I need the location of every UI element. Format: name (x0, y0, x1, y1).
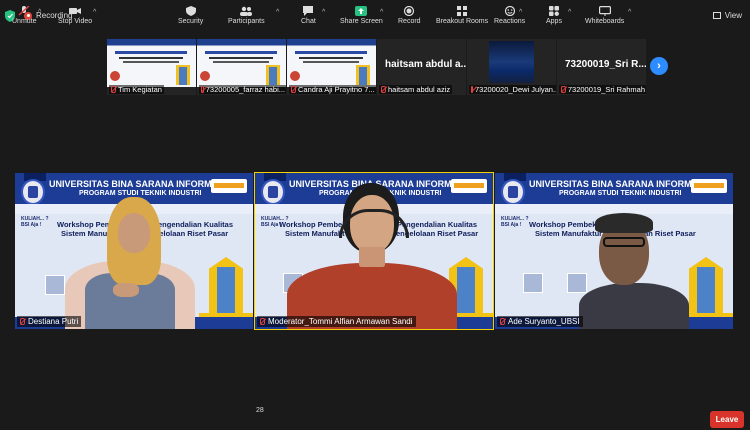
shared-slide-thumb (287, 39, 376, 87)
slide-subtitle: PROGRAM STUDI TEKNIK INDUSTRI (559, 190, 682, 197)
meeting-toolbar (0, 403, 750, 430)
participant-big-name: 73200019_Sri R... (565, 59, 646, 70)
next-page-button[interactable]: › (650, 57, 668, 75)
participants-button[interactable]: Participants (228, 6, 265, 25)
workshop-title-line: Pengendalian Kualitas (397, 220, 478, 229)
muted-mic-icon (291, 86, 296, 93)
participant-thumb[interactable]: 73200005_farraz habi... (197, 39, 286, 95)
share-screen-icon (355, 6, 368, 16)
merdeka-logo (211, 179, 247, 193)
view-label: View (724, 11, 742, 20)
muted-mic-icon (471, 86, 473, 93)
participant-thumb[interactable]: 73200019_Sri R... 73200019_Sri Rahmah (557, 39, 646, 95)
participant-photo (489, 41, 534, 83)
participant-name-label: Ade Suryanto_UBSI (497, 316, 583, 327)
participant-name: haitsam abdul aziz (379, 85, 453, 94)
video-options-chevron-icon[interactable]: ^ (93, 9, 96, 16)
slide-subtitle: PROGRAM STUDI TEKNIK INDUSTRI (79, 190, 202, 197)
leave-button[interactable]: Leave (710, 411, 744, 428)
share-options-chevron-icon[interactable]: ^ (380, 9, 383, 16)
merdeka-logo (691, 179, 727, 193)
participant-name-label: Moderator_Tommi Alfian Armawan Sandi (257, 316, 416, 327)
security-button[interactable]: Security (178, 6, 203, 25)
muted-mic-icon (260, 318, 265, 325)
video-tile[interactable]: UNIVERSITAS BINA SARANA INFORMATIKA PROG… (15, 173, 253, 329)
workshop-title-line: Pengendalian Kualitas (153, 220, 234, 229)
reactions-options-chevron-icon[interactable]: ^ (519, 9, 522, 16)
participant-strip: Tim Kegiatan 73200005_farraz habi... Can… (107, 39, 647, 95)
participant-name: 73200019_Sri Rahmah (559, 85, 646, 94)
building-graphic (209, 257, 243, 315)
share-screen-button[interactable]: Share Screen (340, 6, 383, 25)
audio-options-chevron-icon[interactable]: ^ (38, 9, 41, 16)
whiteboards-options-chevron-icon[interactable]: ^ (628, 9, 631, 16)
view-grid-icon (712, 12, 721, 19)
speaker-photo (567, 273, 587, 293)
university-logo (501, 179, 525, 205)
university-logo (261, 179, 285, 205)
chat-button[interactable]: Chat (301, 6, 316, 25)
participant-thumb[interactable]: Tim Kegiatan (107, 39, 196, 95)
unmute-button[interactable]: Unmute (12, 6, 37, 25)
smiley-icon (504, 6, 515, 16)
participant-thumb[interactable]: Candra Aji Prayitno 7... (287, 39, 376, 95)
muted-mic-icon (111, 86, 116, 93)
stop-video-button[interactable]: Stop Video (58, 6, 92, 25)
shared-slide-thumb (107, 39, 196, 87)
participant-name: Tim Kegiatan (109, 85, 164, 94)
muted-mic-icon (561, 86, 566, 93)
participant-thumb[interactable]: 73200020_Dewi Julyan... (467, 39, 556, 95)
university-logo (21, 179, 45, 205)
video-tile-active-speaker[interactable]: UNIVERSITAS BINA SARANA INFORMATIKA PROG… (254, 172, 494, 330)
apps-options-chevron-icon[interactable]: ^ (568, 9, 571, 16)
chevron-right-icon: › (657, 60, 661, 72)
participant-big-name: haitsam abdul a... (385, 59, 466, 70)
video-tile[interactable]: UNIVERSITAS BINA SARANA INFORMATIKA PROG… (495, 173, 733, 329)
participant-thumb[interactable]: haitsam abdul a... haitsam abdul aziz (377, 39, 466, 95)
building-graphic (689, 257, 723, 315)
breakout-rooms-icon (457, 6, 468, 16)
shared-slide-thumb (197, 39, 286, 87)
chat-icon (303, 6, 314, 16)
participant-name: 73200005_farraz habi... (199, 85, 286, 94)
chat-options-chevron-icon[interactable]: ^ (322, 9, 325, 16)
kuliah-text: KULIAH... ? BSI Aja ! (501, 216, 529, 228)
breakout-rooms-button[interactable]: Breakout Rooms (436, 6, 488, 25)
view-button[interactable]: View (712, 11, 742, 20)
participant-name-label: Destiana Putri (17, 316, 82, 327)
merdeka-logo (451, 179, 487, 193)
record-icon (404, 6, 415, 16)
video-camera-icon (69, 8, 82, 14)
muted-mic-icon (381, 86, 386, 93)
muted-mic-icon (500, 318, 505, 325)
speaker-photo (45, 275, 65, 295)
video-gallery: UNIVERSITAS BINA SARANA INFORMATIKA PROG… (15, 172, 733, 330)
participants-count: 28 (256, 407, 264, 414)
workshop-title-line: Sistem Manufakt (285, 229, 345, 238)
participant-name: 73200020_Dewi Julyan... (469, 85, 556, 94)
muted-mic-icon (20, 318, 25, 325)
whiteboard-icon (598, 6, 611, 16)
apps-icon (548, 6, 559, 16)
participant-name: Candra Aji Prayitno 7... (289, 85, 376, 94)
participants-options-chevron-icon[interactable]: ^ (276, 9, 279, 16)
muted-mic-icon (201, 86, 204, 93)
record-button[interactable]: Record (398, 6, 421, 25)
participants-icon (240, 6, 253, 16)
shield-icon (185, 6, 196, 16)
speaker-photo (523, 273, 543, 293)
muted-mic-icon (18, 6, 30, 16)
kuliah-text: KULIAH... ? BSI Aja ! (21, 216, 49, 228)
apps-button[interactable]: Apps (546, 6, 562, 25)
whiteboards-button[interactable]: Whiteboards (585, 6, 624, 25)
